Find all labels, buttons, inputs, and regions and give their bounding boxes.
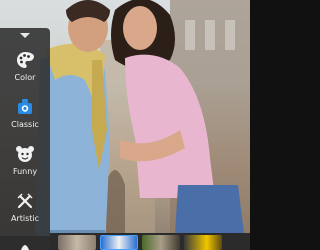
classic-camera-icon bbox=[14, 97, 36, 117]
effects-category-panel: Color Classic Funny Artistic bbox=[0, 28, 50, 250]
category-classic-label: Classic bbox=[11, 119, 39, 129]
category-classic[interactable]: Classic bbox=[0, 89, 50, 136]
brush-icon bbox=[14, 191, 36, 211]
category-funny-label: Funny bbox=[12, 166, 38, 176]
category-artistic-label: Artistic bbox=[10, 213, 40, 223]
effect-thumbnail-selected[interactable] bbox=[100, 235, 138, 250]
category-funny[interactable]: Funny bbox=[0, 136, 50, 183]
effect-thumbnail[interactable] bbox=[58, 235, 96, 250]
category-color-label: Color bbox=[14, 72, 36, 82]
effect-thumbnail[interactable] bbox=[184, 235, 222, 250]
effect-thumbnail[interactable] bbox=[142, 235, 180, 250]
effect-thumbnail-strip bbox=[50, 233, 250, 250]
partial-category-icon bbox=[21, 245, 29, 250]
collapse-panel-button[interactable] bbox=[0, 28, 50, 42]
funny-face-icon bbox=[14, 144, 36, 164]
more-categories-stub[interactable] bbox=[0, 236, 50, 250]
palette-icon bbox=[14, 50, 36, 70]
chevron-down-icon bbox=[20, 32, 30, 38]
category-artistic[interactable]: Artistic bbox=[0, 183, 50, 230]
category-color[interactable]: Color bbox=[0, 42, 50, 89]
